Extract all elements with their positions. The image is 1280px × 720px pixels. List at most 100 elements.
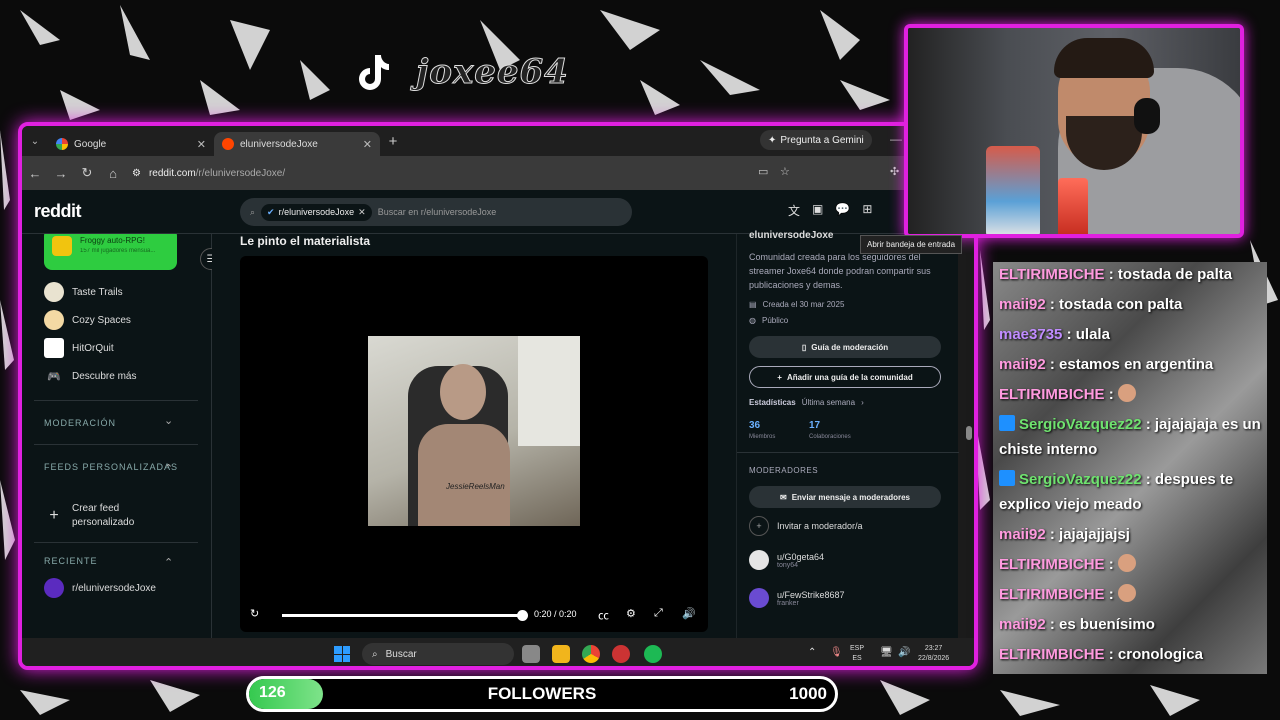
moderators-title: MODERADORES [749,466,819,475]
chat-username[interactable]: ELTIRIMBICHE [999,266,1105,283]
url-field[interactable]: ⚙ reddit.com/r/eluniversodeJoxe/ [132,160,722,186]
close-icon[interactable]: ✕ [363,138,372,151]
clock[interactable]: 23:27 22/8/2026 [918,644,949,664]
fullscreen-icon[interactable]: ⤢ [654,607,663,620]
chat-message: maii92 : estamos en argentina [999,352,1261,377]
chat-username[interactable]: maii92 [999,296,1046,313]
chat-username[interactable]: maii92 [999,356,1046,373]
chat-message: SergioVazquez22 : jajajajaja es un chist… [999,412,1261,462]
new-tab-button[interactable]: + [380,133,406,150]
ads-icon[interactable]: ▣ [812,202,823,219]
chat-username[interactable]: mae3735 [999,326,1062,343]
chevron-up-icon[interactable]: ⌃ [164,462,173,475]
feeds-section[interactable]: FEEDS PERSONALIZADAS [44,460,184,474]
chat-username[interactable]: ELTIRIMBICHE [999,386,1105,403]
game-icon [52,236,72,256]
back-icon[interactable]: ← [22,166,48,181]
invite-mod-link[interactable]: + Invitar a moderador/a [749,516,863,536]
tab-search-icon[interactable]: ⌄ [22,136,48,147]
taskbar-search[interactable]: ⌕ Buscar [362,643,514,665]
reddit-header: reddit ⌕ ✔ r/eluniversodeJoxe ✕ Buscar e… [22,190,974,234]
microphone-icon[interactable]: 🎙 [830,647,843,658]
reddit-icon [222,138,234,150]
close-icon[interactable]: ✕ [358,207,366,218]
stats-period-dropdown[interactable]: Última semana [802,398,855,407]
recent-community-link[interactable]: r/eluniversodeJoxe [44,578,156,598]
minimize-icon[interactable]: — [890,132,902,146]
community-chip[interactable]: ✔ r/eluniversodeJoxe ✕ [261,203,372,221]
video-watermark: JessieReelsMan [446,482,505,491]
chat-message: maii92 : es buenísimo [999,612,1261,637]
tab-google[interactable]: Google ✕ [48,132,214,156]
replay-icon[interactable]: ↻ [250,607,259,620]
task-view-icon[interactable] [522,645,540,663]
chat-username[interactable]: ELTIRIMBICHE [999,586,1105,603]
gamepad-icon: 🎮 [47,370,61,383]
close-icon[interactable]: ✕ [197,138,206,151]
create-post-icon[interactable]: ⊞ [862,202,872,219]
video-progress[interactable] [282,610,528,621]
scrollbar-thumb[interactable] [966,426,972,440]
sidebar-item-cozy-spaces[interactable]: Cozy Spaces [44,310,131,330]
chat-username[interactable]: maii92 [999,526,1046,543]
search-input[interactable]: ⌕ ✔ r/eluniversodeJoxe ✕ Buscar en r/elu… [240,198,632,226]
sidebar-item-discover[interactable]: 🎮 Descubre más [44,366,136,386]
chat-icon[interactable]: 💬 [835,202,850,219]
spotify-icon[interactable] [644,645,662,663]
moderation-section[interactable]: MODERACIÓN [44,416,184,430]
captions-icon[interactable]: ㏄ [598,607,609,623]
chevron-up-icon[interactable]: ⌃ [808,647,816,658]
reddit-logo[interactable]: reddit [34,201,82,222]
windows-start-icon[interactable] [334,646,350,662]
game-card[interactable]: Froggy auto-RPG! 157 mil jugadores mensu… [44,234,177,270]
message-mods-button[interactable]: ✉ Enviar mensaje a moderadores [749,486,941,508]
add-guide-button[interactable]: + Añadir una guía de la comunidad [749,366,941,388]
recent-section[interactable]: RECIENTE [44,554,184,568]
cast-icon[interactable]: ▭ [758,165,768,178]
sidebar-item-hitorquit[interactable]: HitOrQuit [44,338,114,358]
post-title[interactable]: Le pinto el materialista [240,234,370,248]
chevron-down-icon[interactable]: ⌄ [164,414,173,427]
game-subtitle: Froggy auto-RPG! [80,236,145,245]
network-icon[interactable]: 🖥 [880,647,893,658]
chat-username[interactable]: maii92 [999,616,1046,633]
search-icon: ⌕ [250,206,256,217]
cozy-spaces-icon [44,310,64,330]
tab-reddit[interactable]: eluniversodeJoxe ✕ [214,132,380,156]
followers-goal: 1000 [789,684,827,703]
language-indicator[interactable]: ESP ES [850,644,864,664]
extensions-puzzle-icon[interactable]: ✣ [890,165,899,178]
plus-icon: + [777,372,782,382]
progress-knob[interactable] [517,610,528,621]
mod-guide-button[interactable]: ▯ Guía de moderación [749,336,941,358]
chat-username[interactable]: ELTIRIMBICHE [999,646,1105,663]
chat-text: : [1104,586,1118,603]
translate-icon[interactable]: 文 [788,202,800,219]
chevron-right-icon[interactable]: › [861,398,864,407]
community-sidebar: eluniversodeJoxe Comunidad creada para l… [736,230,959,638]
chat-username[interactable]: ELTIRIMBICHE [999,556,1105,573]
home-icon[interactable]: ⌂ [100,166,126,181]
site-info-icon[interactable]: ⚙ [132,168,141,179]
app-icon[interactable] [612,645,630,663]
sidebar-item-taste-trails[interactable]: Taste Trails [44,282,123,302]
emote-icon [1117,384,1136,402]
emote-icon [1117,554,1136,572]
sub-badge-icon [999,415,1015,431]
forward-icon[interactable]: → [48,166,74,181]
chat-username[interactable]: SergioVazquez22 [1019,416,1142,433]
gear-icon[interactable]: ⚙ [626,607,636,620]
create-feed-link[interactable]: + Crear feed personalizado [44,502,152,530]
video-player[interactable]: JessieReelsMan ↻ 0:20 / 0:20 ㏄ ⚙ ⤢ 🔊 [240,256,708,632]
moderator-row[interactable]: u/G0geta64 tony64 [749,550,824,570]
chrome-icon[interactable] [582,645,600,663]
reload-icon[interactable]: ↻ [74,165,100,181]
volume-icon[interactable]: 🔊 [898,647,910,658]
file-explorer-icon[interactable] [552,645,570,663]
gemini-button[interactable]: ✦ Pregunta a Gemini [760,130,872,150]
bookmark-star-icon[interactable]: ☆ [780,165,790,178]
moderator-row[interactable]: u/FewStrike8687 franker [749,588,845,608]
chevron-up-icon[interactable]: ⌃ [164,556,173,569]
volume-icon[interactable]: 🔊 [682,607,696,620]
chat-username[interactable]: SergioVazquez22 [1019,471,1142,488]
